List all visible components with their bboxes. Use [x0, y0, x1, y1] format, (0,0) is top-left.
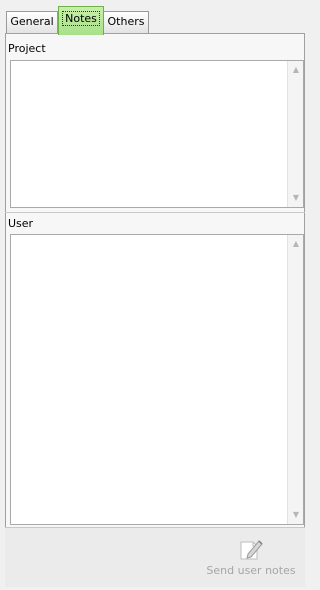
tab-others[interactable]: Others: [103, 11, 149, 33]
user-notes-text: [11, 235, 303, 239]
user-label: User: [8, 217, 34, 230]
tab-notes[interactable]: Notes: [58, 6, 104, 35]
scroll-up-icon[interactable]: ▲: [289, 63, 303, 77]
project-notes-text: [11, 61, 303, 65]
project-label: Project: [8, 42, 46, 55]
user-notes-field[interactable]: ▲ ▼: [10, 234, 304, 525]
send-user-notes-button[interactable]: Send user notes: [205, 536, 297, 582]
user-scrollbar[interactable]: ▲ ▼: [287, 235, 303, 524]
project-notes-field[interactable]: ▲ ▼: [10, 60, 304, 208]
scroll-down-icon[interactable]: ▼: [289, 191, 303, 205]
project-scrollbar[interactable]: ▲ ▼: [287, 61, 303, 207]
section-divider: [5, 212, 305, 213]
scroll-down-icon[interactable]: ▼: [289, 508, 303, 522]
tab-notes-label: Notes: [62, 11, 100, 26]
notes-footer: Send user notes: [5, 527, 305, 587]
edit-notes-icon: [240, 540, 263, 560]
send-user-notes-label: Send user notes: [206, 564, 296, 577]
tab-general[interactable]: General: [6, 11, 58, 33]
scroll-up-icon[interactable]: ▲: [289, 237, 303, 251]
